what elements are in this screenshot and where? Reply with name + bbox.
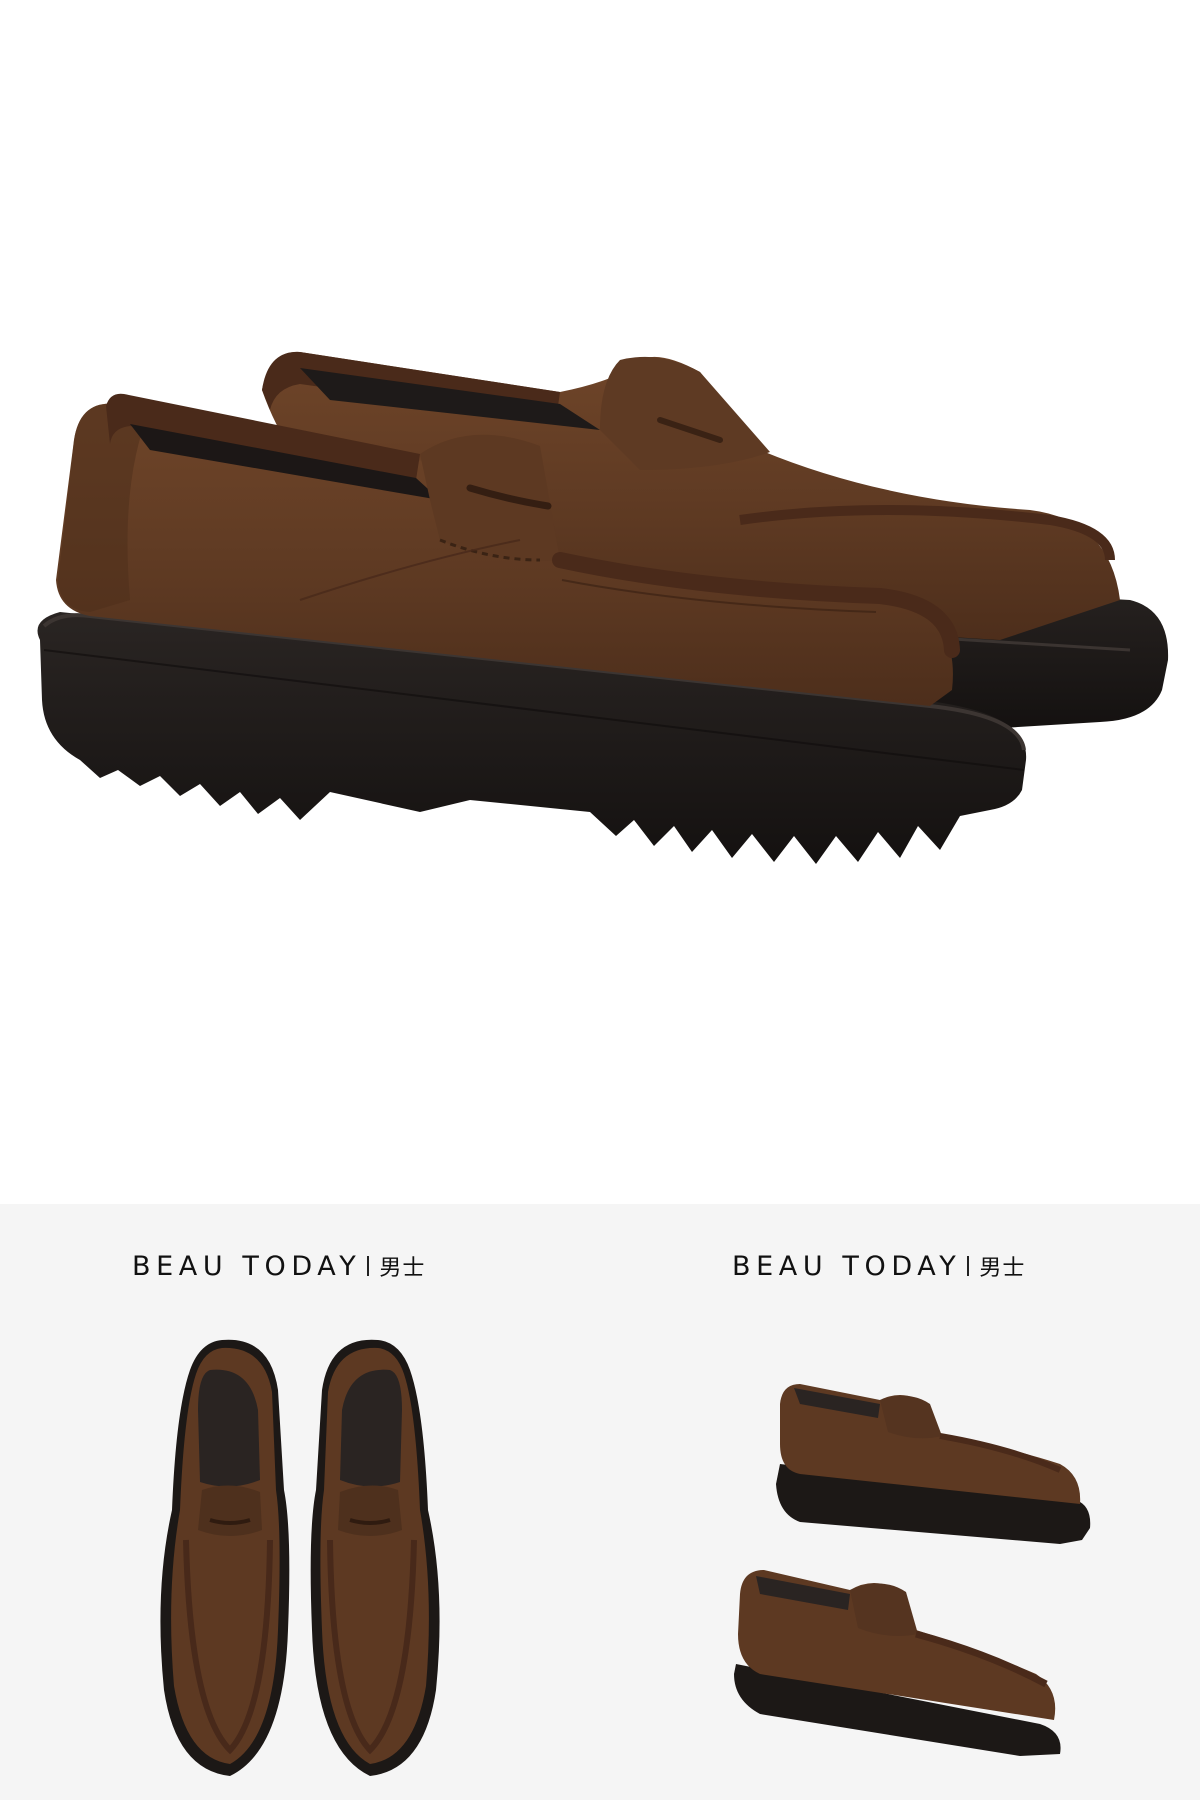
stacked-loafers	[734, 1384, 1091, 1756]
brand-header-left: BEAU TODAY 男士	[132, 1250, 425, 1282]
brand-name: BEAU TODAY	[732, 1250, 962, 1282]
side-view-thumbnail	[720, 1344, 1100, 1764]
bottom-panel: BEAU TODAY 男士 BEAU TODAY 男士	[0, 1204, 1200, 1800]
brand-suffix: 男士	[979, 1256, 1026, 1281]
hero-product-image	[0, 0, 1200, 1204]
loafer-pair-illustration	[37, 351, 1169, 864]
brand-suffix: 男士	[379, 1256, 426, 1281]
top-view-loafers	[160, 1339, 440, 1776]
brand-header-right: BEAU TODAY 男士	[732, 1250, 1025, 1282]
brand-separator	[367, 1256, 370, 1276]
right-loafer-top	[310, 1339, 440, 1776]
upper-stacked-loafer	[776, 1384, 1091, 1544]
top-view-thumbnail	[150, 1330, 450, 1790]
lower-stacked-loafer	[734, 1570, 1061, 1756]
brand-separator	[967, 1256, 970, 1276]
left-loafer-top	[160, 1339, 290, 1776]
brand-name: BEAU TODAY	[132, 1250, 362, 1282]
front-loafer	[37, 393, 1027, 864]
